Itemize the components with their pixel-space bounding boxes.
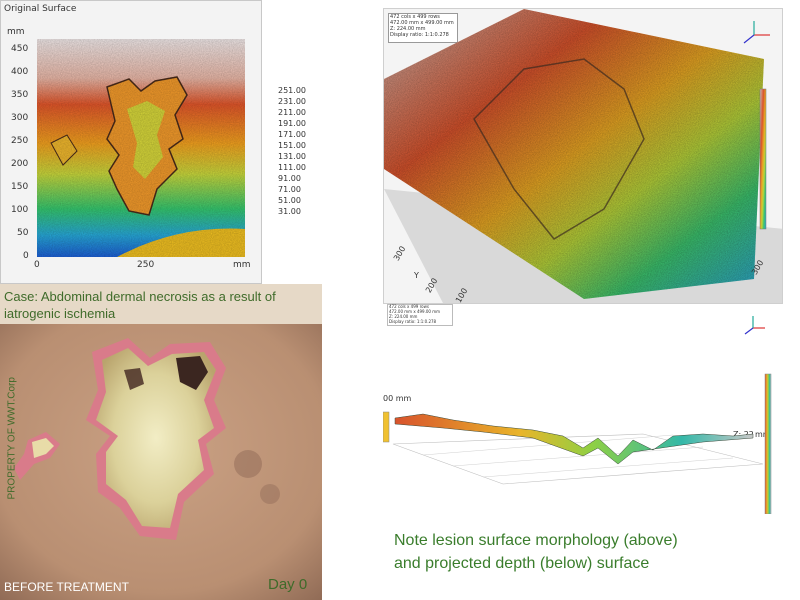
y-tick: 200 — [11, 159, 29, 169]
colorbar-tick: 191.00 — [278, 119, 306, 128]
y-tick: 250 — [11, 136, 29, 146]
mini-colorbar — [759, 88, 767, 230]
day-label: Day 0 — [268, 576, 308, 593]
y-tick: 50 — [17, 228, 29, 238]
bruise-spot — [260, 484, 280, 504]
colorbar-tick: 31.00 — [278, 207, 301, 216]
colorbar-tick: 251.00 — [278, 86, 306, 95]
y-tick: 0 — [23, 251, 29, 261]
watermark-text: PROPERTY OF WWT.Corp — [6, 377, 18, 500]
info-line: Display ratio: 1:1:0.278 — [389, 319, 437, 324]
right-colorbar — [764, 373, 772, 514]
x-unit-label: mm — [233, 260, 251, 270]
depth-projection-panel: 472 cols x 499 rows 472.00 mm x 499.00 m… — [383, 304, 783, 530]
left-colorbar — [383, 411, 390, 443]
colorbar-tick: 131.00 — [278, 152, 306, 161]
before-treatment-label: BEFORE TREATMENT — [4, 580, 129, 594]
3d-surface-panel: 472 cols x 499 rows 472.00 mm x 499.00 m… — [383, 8, 783, 304]
y-tick: 350 — [11, 90, 29, 100]
y-tick: 400 — [11, 67, 29, 77]
colorbar-tick: 231.00 — [278, 97, 306, 106]
clinical-photo-panel: Case: Abdominal dermal necrosis as a res… — [0, 284, 322, 600]
colorbar-tick: 51.00 — [278, 196, 301, 205]
axis-triad-icon — [744, 316, 765, 335]
y-unit-label: mm — [7, 27, 25, 37]
original-surface-panel: Original Surface mm 450 400 350 300 250 … — [0, 0, 262, 284]
colorbar-tick: 211.00 — [278, 108, 306, 117]
y-tick: 450 — [11, 44, 29, 54]
colorbar-tick: 71.00 — [278, 185, 301, 194]
note-line2: and projected depth (below) surface — [394, 555, 650, 572]
wound-photo — [0, 324, 322, 600]
heightmap-texture — [37, 39, 245, 257]
y-tick: 100 — [11, 205, 29, 215]
case-description-line1: Case: Abdominal dermal necrosis as a res… — [4, 289, 276, 304]
colorbar-tick: 151.00 — [278, 141, 306, 150]
3d-surface-render — [384, 9, 782, 303]
depth-profile-render — [383, 373, 772, 514]
colorbar-tick: 171.00 — [278, 130, 306, 139]
colorbar-tick: 111.00 — [278, 163, 306, 172]
colorbar-tick: 91.00 — [278, 174, 301, 183]
case-description-line2: iatrogenic ischemia — [4, 306, 116, 321]
x-tick: 0 — [34, 260, 40, 270]
x-tick: 250 — [137, 260, 155, 270]
panel-title: Original Surface — [4, 4, 77, 14]
depth-profile — [394, 413, 754, 465]
surface-heightmap — [37, 39, 245, 257]
y-tick: 300 — [11, 113, 29, 123]
note-line1: Note lesion surface morphology (above) — [394, 532, 678, 549]
y-tick: 150 — [11, 182, 29, 192]
axis-label: Y — [414, 271, 419, 280]
axis-triad-icon — [743, 21, 770, 44]
bruise-spot — [234, 450, 262, 478]
